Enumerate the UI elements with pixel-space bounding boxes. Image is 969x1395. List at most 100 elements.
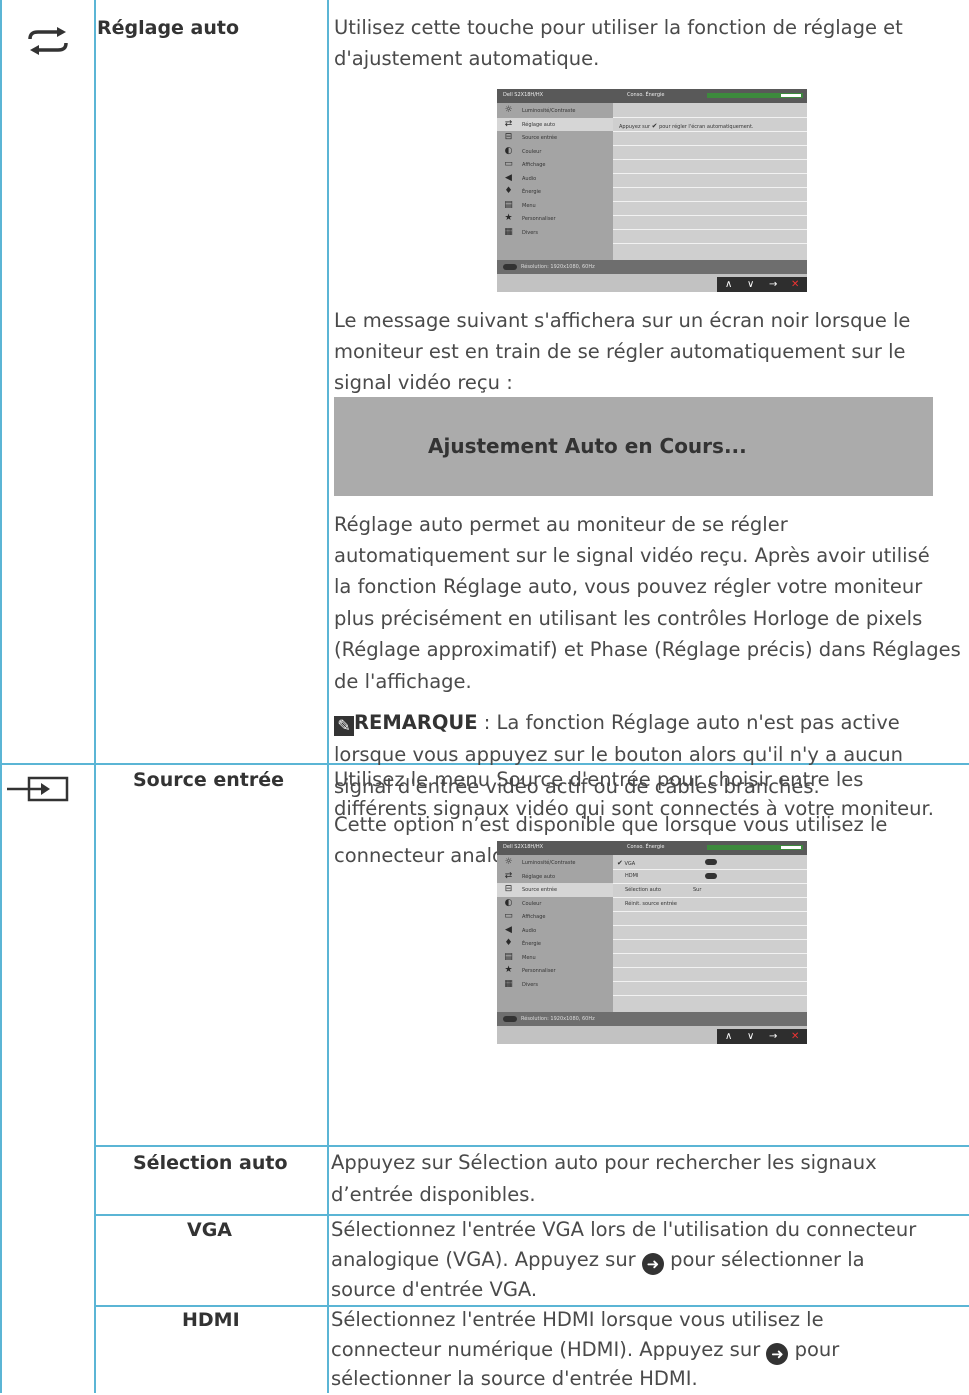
hdmi-desc-line: connecteur numérique (HDMI). Appuyez sur… — [331, 1338, 840, 1365]
osd-menu-item: ◀ Audio — [497, 924, 613, 938]
input-source-icon: ⊟ — [504, 884, 513, 894]
auto-select-desc-line: d’entrée disponibles. — [331, 1183, 536, 1206]
osd-option-vga: ✔ VGA — [617, 859, 636, 867]
energy-icon: ♦ — [504, 186, 513, 196]
brightness-icon: ☼ — [504, 857, 513, 867]
close-icon: ✕ — [791, 1031, 800, 1042]
osd-energy-label: Conso. Énergie — [627, 92, 665, 98]
osd-energy-bar — [707, 93, 803, 98]
osd-menu-item: ▤ Menu — [504, 951, 536, 962]
progress-message: Ajustement Auto en Cours... — [428, 434, 747, 458]
auto-adjust-paragraph-line: Réglage auto permet au moniteur de se ré… — [334, 513, 788, 536]
display-icon: ▭ — [504, 911, 513, 921]
vga-desc-line: analogique (VGA). Appuyez sur ➜ pour sél… — [331, 1248, 865, 1275]
osd-menu-item: ⇄ Réglage auto — [504, 870, 556, 881]
auto-select-name: Sélection auto — [133, 1152, 288, 1174]
input-source-icon — [7, 776, 69, 806]
auto-adjust-paragraph-line: la fonction Réglage auto, vous pouvez ré… — [334, 575, 923, 598]
auto-adjust-paragraph-line: (Réglage approximatif) et Phase (Réglage… — [334, 638, 961, 661]
auto-adjust-icon: ⇄ — [504, 870, 513, 881]
osd-model: Dell S2X18H/HX — [503, 844, 544, 850]
others-icon: ▦ — [504, 978, 513, 989]
auto-adjust-paragraph-line: automatiquement sur le signal vidéo reçu… — [334, 544, 930, 567]
osd-menu-item: ★ Personnaliser — [504, 965, 556, 975]
osd-energy-label: Conso. Énergie — [627, 844, 665, 850]
osd-menu-item: ▭ Affichage — [504, 159, 546, 169]
osd-auto-adjust-screenshot: Dell S2X18H/HX Conso. Énergie ☼ Luminosit… — [497, 89, 807, 292]
osd-menu-item: ◀ Audio — [497, 172, 613, 186]
note-label: REMARQUE — [354, 711, 478, 734]
osd-menu-item: ▦ Divers — [504, 226, 538, 237]
hdmi-name: HDMI — [182, 1309, 240, 1331]
osd-header: Dell S2X18H/HX Conso. Énergie — [497, 841, 807, 855]
osd-option-auto-select-value: Sur — [693, 887, 702, 893]
osd-menu-item: ⊟ Source entrée — [504, 132, 558, 142]
auto-adjust-progress-box: Ajustement Auto en Cours... — [334, 397, 933, 496]
auto-adjust-desc-line: d'ajustement automatique. — [334, 47, 600, 70]
auto-adjust-name: Réglage auto — [97, 17, 240, 39]
others-icon: ▦ — [504, 226, 513, 237]
osd-nav-buttons: ∧ ∨ → ✕ — [717, 277, 807, 292]
auto-adjust-msg-line: Le message suivant s'affichera sur un éc… — [334, 309, 911, 332]
table-divider-col1 — [94, 0, 96, 1393]
osd-option-auto-select: Sélection auto — [625, 887, 661, 893]
vga-desc-line: source d'entrée VGA. — [331, 1278, 538, 1301]
audio-icon: ◀ — [505, 172, 512, 183]
osd-menu-item: ☼ Luminosité/Contraste — [504, 105, 576, 115]
osd-input-source-screenshot: Dell S2X18H/HX Conso. Énergie ☼ Luminosit… — [497, 841, 807, 1044]
input-source-icon: ⊟ — [504, 132, 513, 142]
osd-footer: Résolution: 1920x1080, 60Hz — [497, 1012, 807, 1026]
vga-desc-line: Sélectionnez l'entrée VGA lors de l'util… — [331, 1218, 917, 1241]
up-arrow-icon: ∧ — [725, 279, 733, 290]
up-arrow-icon: ∧ — [725, 1031, 733, 1042]
auto-adjust-icon: ⇄ — [504, 118, 513, 129]
arrow-circle-icon: ➜ — [766, 1343, 789, 1365]
auto-adjust-icon — [24, 27, 72, 59]
dell-logo-icon — [503, 1016, 517, 1022]
hdmi-desc-line: sélectionner la source d'entrée HDMI. — [331, 1367, 698, 1390]
color-icon: ◐ — [504, 145, 513, 156]
audio-icon: ◀ — [505, 924, 512, 935]
auto-adjust-paragraph-line: plus précisément en utilisant les contrô… — [334, 607, 923, 630]
table-divider-col2 — [327, 0, 329, 1393]
star-icon: ★ — [504, 213, 513, 223]
auto-adjust-paragraph-line: de l'affichage. — [334, 670, 472, 693]
osd-menu-item: ☼ Luminosité/Contraste — [504, 857, 576, 867]
vga-pill-icon — [705, 859, 717, 865]
osd-model: Dell S2X18H/HX — [503, 92, 544, 98]
energy-icon: ♦ — [504, 938, 513, 948]
auto-select-desc-line: Appuyez sur Sélection auto pour recherch… — [331, 1151, 877, 1174]
osd-instruction: Appuyez sur ✔ pour régler l'écran automa… — [619, 122, 754, 130]
display-icon: ▭ — [504, 159, 513, 169]
osd-nav-buttons: ∧ ∨ → ✕ — [717, 1029, 807, 1044]
check-icon: ✔ — [651, 122, 658, 130]
note-line: ✎ REMARQUE : La fonction Réglage auto n'e… — [334, 708, 900, 739]
input-source-desc-line: Utilisez le menu Source d'entrée pour ch… — [334, 768, 864, 791]
color-icon: ◐ — [504, 897, 513, 908]
star-icon: ★ — [504, 965, 513, 975]
right-arrow-icon: → — [769, 279, 778, 290]
right-arrow-icon: → — [769, 1031, 778, 1042]
close-icon: ✕ — [791, 279, 800, 290]
osd-footer: Résolution: 1920x1080, 60Hz — [497, 260, 807, 274]
arrow-circle-icon: ➜ — [641, 1253, 664, 1275]
osd-option-hdmi: HDMI — [625, 873, 639, 879]
osd-resolution: Résolution: 1920x1080, 60Hz — [521, 1016, 595, 1022]
osd-menu-item: ◐ Couleur — [504, 145, 542, 156]
osd-option-reset-source: Réinit. source entrée — [625, 901, 677, 907]
osd-menu-item: ⇄ Réglage auto — [497, 117, 613, 131]
down-arrow-icon: ∨ — [747, 1031, 755, 1042]
dell-logo-icon — [503, 264, 517, 270]
auto-adjust-msg-line: signal vidéo reçu : — [334, 371, 513, 394]
brightness-icon: ☼ — [504, 105, 513, 115]
osd-menu-item: ◐ Couleur — [504, 897, 542, 908]
osd-menu-item: ♦ Énergie — [504, 186, 542, 196]
auto-adjust-msg-line: moniteur est en train de se régler autom… — [334, 340, 906, 363]
table-border-left — [0, 0, 2, 1393]
osd-menu-item: ▤ Menu — [504, 199, 536, 210]
osd-menu-item: ▭ Affichage — [504, 911, 546, 921]
vga-name: VGA — [187, 1219, 233, 1241]
down-arrow-icon: ∨ — [747, 279, 755, 290]
input-source-desc-line: différents signaux vidéo qui sont connec… — [334, 797, 934, 820]
row-separator — [94, 1145, 969, 1147]
